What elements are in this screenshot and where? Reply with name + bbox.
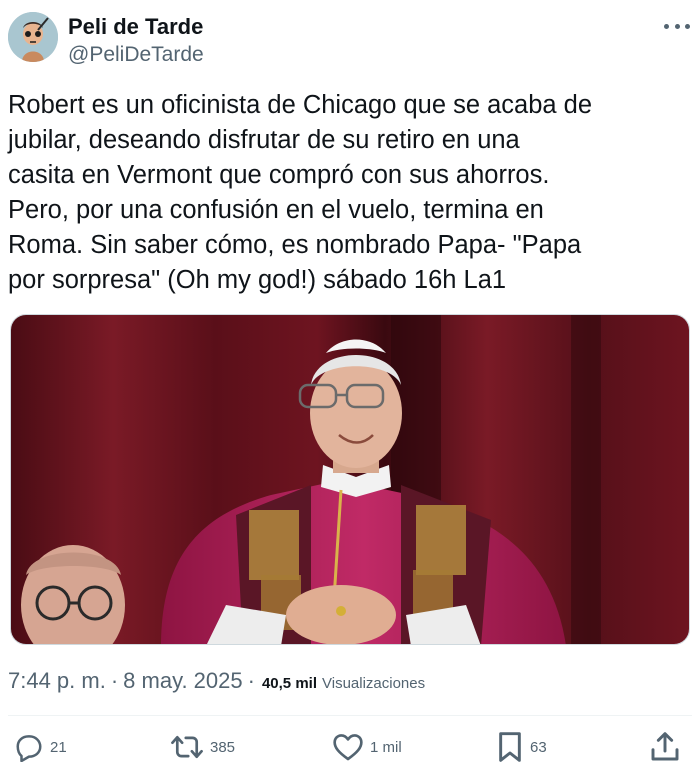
- reply-count: 21: [50, 738, 67, 756]
- retweet-count: 385: [210, 738, 236, 756]
- author-names: Peli de Tarde @PeliDeTarde: [68, 14, 204, 68]
- meta-separator: ·: [110, 668, 119, 693]
- meta-separator: ·: [247, 668, 255, 693]
- dot: [664, 23, 669, 29]
- tweet-header: Peli de Tarde @PeliDeTarde: [8, 12, 692, 70]
- reply-button[interactable]: 21: [14, 728, 67, 766]
- share-button[interactable]: [650, 728, 680, 766]
- heart-icon: [333, 734, 363, 761]
- dot: [674, 23, 680, 29]
- tweet-media[interactable]: [10, 314, 690, 645]
- avatar-image: [8, 12, 58, 62]
- retweet-button[interactable]: 385: [170, 728, 235, 766]
- more-options-icon[interactable]: [664, 16, 690, 36]
- bookmark-count: 63: [530, 738, 547, 756]
- share-icon: [651, 732, 679, 761]
- like-button[interactable]: 1 mil: [332, 728, 402, 766]
- avatar[interactable]: [8, 12, 58, 62]
- tweet-text: Robert es un oficinista de Chicago que s…: [8, 91, 593, 294]
- retweet-icon: [171, 735, 203, 759]
- display-name[interactable]: Peli de Tarde: [68, 14, 204, 40]
- views-label[interactable]: Visualizaciones: [322, 675, 425, 692]
- pope-photo-image: [11, 315, 689, 644]
- handle[interactable]: @PeliDeTarde: [68, 42, 204, 68]
- reply-icon: [16, 735, 42, 762]
- like-count: 1 mil: [370, 738, 402, 756]
- dot: [685, 23, 690, 29]
- views-count[interactable]: 40,5 mil: [262, 675, 317, 692]
- divider: [8, 715, 692, 716]
- action-bar: 21 385 1 mil 63: [14, 728, 686, 766]
- bookmark-button[interactable]: 63: [496, 728, 547, 766]
- tweet-date[interactable]: 8 may. 2025: [123, 668, 242, 694]
- tweet-meta: 7:44 p. m. · 8 may. 2025 · 40,5 mil Visu…: [8, 668, 425, 698]
- tweet-time[interactable]: 7:44 p. m.: [8, 668, 106, 694]
- bookmark-icon: [499, 732, 521, 762]
